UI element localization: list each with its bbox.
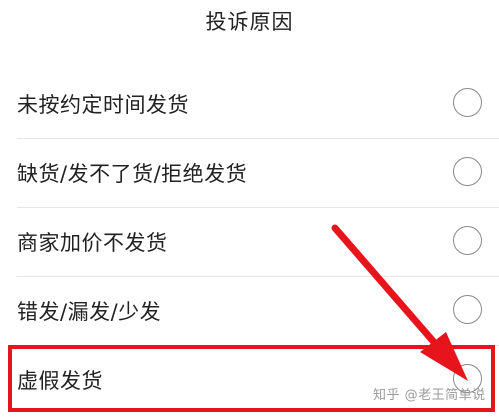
option-item-out-of-stock[interactable]: 缺货/发不了货/拒绝发货 xyxy=(0,139,499,207)
option-label: 缺货/发不了货/拒绝发货 xyxy=(17,162,248,186)
complaint-reason-page: 投诉原因 未按约定时间发货 缺货/发不了货/拒绝发货 商家加价不发货 错发/漏发… xyxy=(0,0,499,417)
option-item-price-increase[interactable]: 商家加价不发货 xyxy=(0,208,499,276)
option-label: 虚假发货 xyxy=(17,369,103,393)
radio-circle-icon[interactable] xyxy=(453,295,482,324)
option-item-wrong-missing-shipment[interactable]: 错发/漏发/少发 xyxy=(0,277,499,345)
option-label: 未按约定时间发货 xyxy=(17,93,189,117)
radio-circle-icon[interactable] xyxy=(453,157,482,186)
radio-circle-icon[interactable] xyxy=(453,88,482,117)
option-label: 商家加价不发货 xyxy=(17,231,168,255)
watermark: 知乎 @老王简单说 xyxy=(373,388,486,403)
radio-circle-icon[interactable] xyxy=(453,226,482,255)
option-item-fake-shipment[interactable]: 虚假发货 xyxy=(0,346,499,414)
option-label: 错发/漏发/少发 xyxy=(17,300,162,324)
option-item-late-delivery[interactable]: 未按约定时间发货 xyxy=(0,70,499,138)
page-title: 投诉原因 xyxy=(205,10,294,34)
